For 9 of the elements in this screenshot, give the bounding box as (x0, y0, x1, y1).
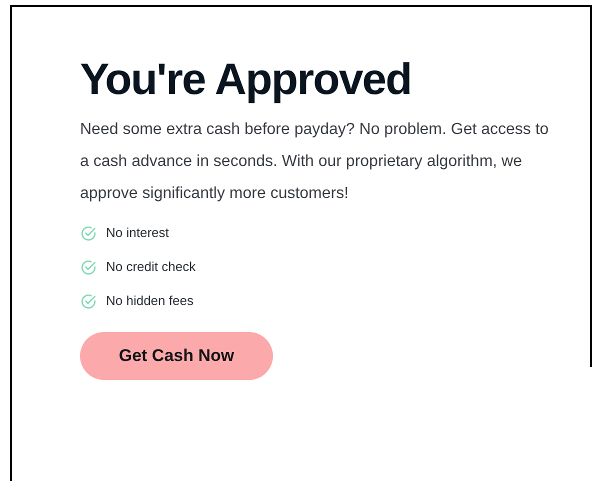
check-circle-icon (80, 292, 97, 310)
feature-label: No interest (106, 224, 169, 242)
description: Need some extra cash before payday? No problem. Get access to a cash advance in seconds. With our proprietary algorithm, we approve significantly more customers! (80, 120, 550, 204)
heading: You're Approved (80, 54, 412, 106)
check-circle-icon (80, 258, 97, 276)
feature-label: No credit check (106, 258, 196, 276)
check-circle-icon (80, 224, 97, 242)
get-cash-button[interactable]: Get Cash Now (80, 332, 273, 380)
feature-label: No hidden fees (106, 292, 194, 310)
